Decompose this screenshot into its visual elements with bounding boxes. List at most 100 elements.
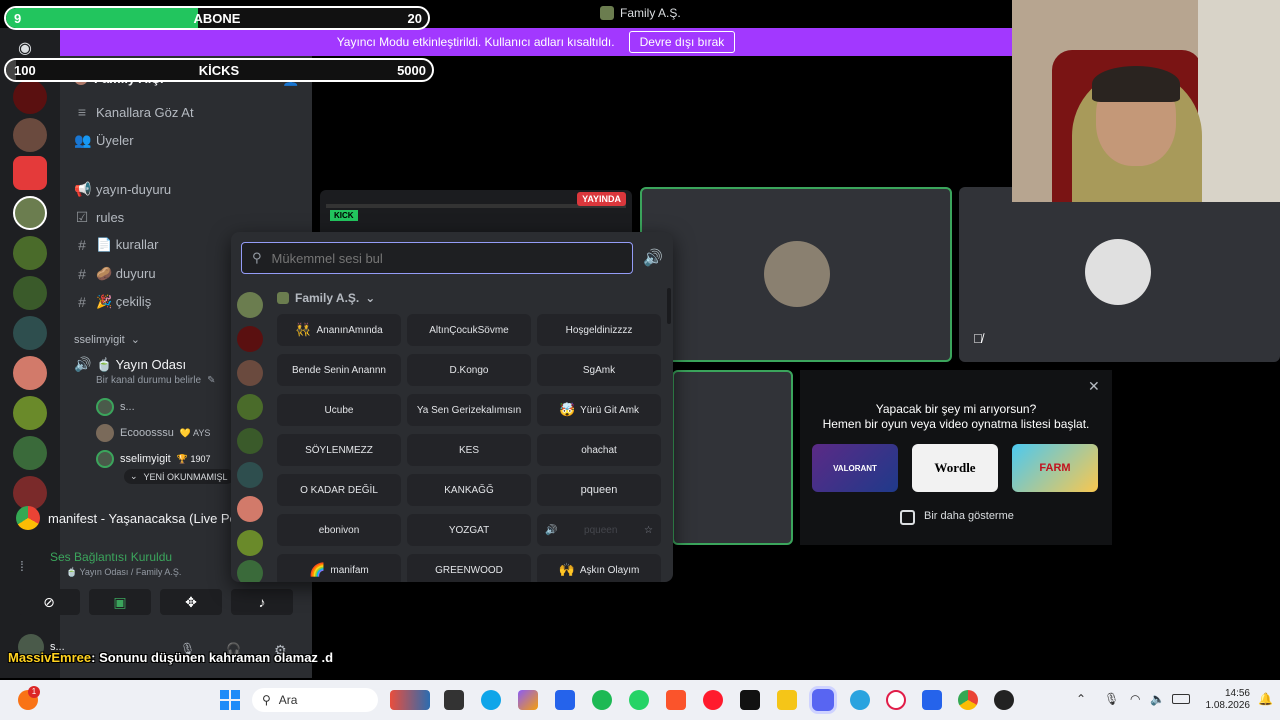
server-icon[interactable] (237, 394, 263, 420)
server-icon[interactable] (237, 428, 263, 454)
voice-channel-yayin-odasi[interactable]: 🔊 🍵 Yayın Odası (74, 356, 186, 373)
channel-cekilis[interactable]: # 🎉 çekiliş (74, 294, 151, 310)
soundboard-group-header[interactable]: Family A.Ş. ⌄ (277, 291, 375, 305)
task-view-icon[interactable] (444, 690, 464, 710)
sound-button[interactable]: 👯 AnanınAmında (277, 314, 401, 346)
preview-volume-icon[interactable]: 🔊 (545, 525, 557, 536)
soundboard-button[interactable]: ♪ (231, 589, 293, 615)
sound-button[interactable]: pqueen (537, 474, 661, 506)
channel-rules[interactable]: ☑ rules (74, 209, 124, 226)
server-icon[interactable] (237, 360, 263, 386)
sound-button[interactable]: ebonivon (277, 514, 401, 546)
volume-icon[interactable]: 🔊 (643, 248, 663, 268)
edge-icon[interactable] (481, 690, 501, 710)
sound-button[interactable]: SgAmk (537, 354, 661, 386)
file-explorer-icon[interactable] (777, 690, 797, 710)
activity-bar[interactable]: manifest - Yaşanacaksa (Live Pe (16, 506, 234, 530)
opera-gx-icon[interactable] (886, 690, 906, 710)
app-icon[interactable] (994, 690, 1014, 710)
participant-tile-speaking[interactable] (640, 187, 952, 362)
channel-duyuru[interactable]: # 🥔 duyuru (74, 266, 155, 282)
channel-status[interactable]: Bir kanal durumu belirle ✎ (96, 375, 215, 386)
speaker-icon[interactable]: 🔈 (1150, 692, 1165, 706)
server-icon[interactable] (237, 326, 263, 352)
activities-button[interactable]: ✥ (160, 589, 222, 615)
vscode-icon[interactable] (555, 690, 575, 710)
server-icon-active[interactable] (13, 196, 47, 230)
server-icon[interactable] (237, 530, 263, 556)
sound-button[interactable]: 🤯 Yürü Git Amk (537, 394, 661, 426)
telegram-icon[interactable] (850, 690, 870, 710)
news-widget-icon[interactable] (390, 690, 430, 710)
activity-card-wordle[interactable]: Wordle (912, 444, 998, 492)
taskbar-search[interactable]: ⚲ Ara (252, 688, 378, 712)
voice-user[interactable]: sselimyigit 🏆 1907 (96, 450, 210, 468)
server-icon[interactable] (13, 276, 47, 310)
soundboard-search[interactable]: ⚲ (241, 242, 633, 274)
unread-pill[interactable]: ⌄ YENİ OKUNMAMIŞL (124, 469, 234, 484)
sound-button[interactable]: O KADAR DEĞİL (277, 474, 401, 506)
sound-button[interactable]: Ucube (277, 394, 401, 426)
voice-user[interactable]: s... (96, 398, 135, 416)
soundboard-search-input[interactable] (271, 250, 602, 266)
server-icon[interactable] (237, 560, 263, 582)
server-icon[interactable] (13, 396, 47, 430)
channel-announcements[interactable]: 📢 yayın-duyuru (74, 181, 171, 198)
wifi-icon[interactable]: ◠ (1130, 692, 1140, 706)
category-header[interactable]: sselimyigit ⌄ (74, 333, 140, 347)
server-icon[interactable] (13, 356, 47, 390)
sound-button[interactable]: Hoşgeldinizzzz (537, 314, 661, 346)
server-icon[interactable] (13, 156, 47, 190)
battery-icon[interactable] (1172, 694, 1190, 704)
brave-icon[interactable] (666, 690, 686, 710)
sound-button[interactable]: KANKAĞĞ (407, 474, 531, 506)
game-app-icon[interactable] (740, 690, 760, 710)
sound-button[interactable]: SÖYLENMEZZ (277, 434, 401, 466)
screen-share-button[interactable]: ▣ (89, 589, 151, 615)
close-icon[interactable]: ✕ (1088, 378, 1100, 395)
copilot-icon[interactable] (518, 690, 538, 710)
browse-channels[interactable]: ≡ Kanallara Göz At (74, 104, 194, 120)
favorite-star-icon[interactable]: ☆ (644, 525, 653, 536)
server-icon[interactable] (13, 476, 47, 510)
discord-taskbar-icon[interactable] (812, 689, 834, 711)
server-icon[interactable] (13, 118, 47, 152)
server-icon[interactable] (237, 462, 263, 488)
server-icon[interactable] (13, 236, 47, 270)
chrome-icon[interactable] (958, 690, 978, 710)
channel-kurallar[interactable]: # 📄 kurallar (74, 237, 158, 253)
clock[interactable]: 14:56 1.08.2026 (1200, 688, 1251, 712)
sound-button[interactable]: ohachat (537, 434, 661, 466)
members-link[interactable]: 👥 Üyeler (74, 132, 134, 149)
server-icon[interactable] (13, 436, 47, 470)
sound-button[interactable]: YOZGAT (407, 514, 531, 546)
discord-home-icon[interactable]: ◉ (18, 38, 32, 58)
whatsapp-icon[interactable] (629, 690, 649, 710)
participant-tile[interactable]: 🎙̸ (959, 187, 1280, 362)
stream-tile[interactable]: YAYINDA KICK (320, 190, 632, 238)
server-icon[interactable] (237, 292, 263, 318)
sound-button[interactable]: 🌈 manifam (277, 554, 401, 582)
server-icon[interactable] (237, 496, 263, 522)
sound-button[interactable]: GREENWOOD (407, 554, 531, 582)
sound-button[interactable]: 🔊 pqueen ☆ (537, 514, 661, 546)
sound-button[interactable]: KES (407, 434, 531, 466)
mic-icon[interactable]: 🎙 (1104, 692, 1119, 706)
notification-bell-icon[interactable]: 🔔 (1258, 692, 1273, 706)
voice-user[interactable]: Ecooosssu 💛 AYS (96, 424, 210, 442)
server-icon[interactable] (13, 316, 47, 350)
activity-card-farm[interactable]: FARM (1012, 444, 1098, 492)
windows-start-icon[interactable] (220, 690, 240, 710)
server-icon[interactable] (13, 80, 47, 114)
sound-button[interactable]: AltınÇocukSövme (407, 314, 531, 346)
chevron-up-icon[interactable]: ⌃ (1076, 692, 1086, 706)
scrollbar[interactable] (667, 288, 671, 324)
dont-show-checkbox[interactable] (900, 510, 915, 525)
sound-button[interactable]: D.Kongo (407, 354, 531, 386)
remote-app-icon[interactable] (922, 690, 942, 710)
sound-button[interactable]: Ya Sen Gerizekalımısın (407, 394, 531, 426)
disable-streamer-mode-button[interactable]: Devre dışı bırak (628, 31, 736, 53)
camera-off-button[interactable]: ⊘ (18, 589, 80, 615)
sound-button[interactable]: Bende Senin Anannn (277, 354, 401, 386)
voice-status[interactable]: Ses Bağlantısı Kuruldu (50, 550, 250, 564)
